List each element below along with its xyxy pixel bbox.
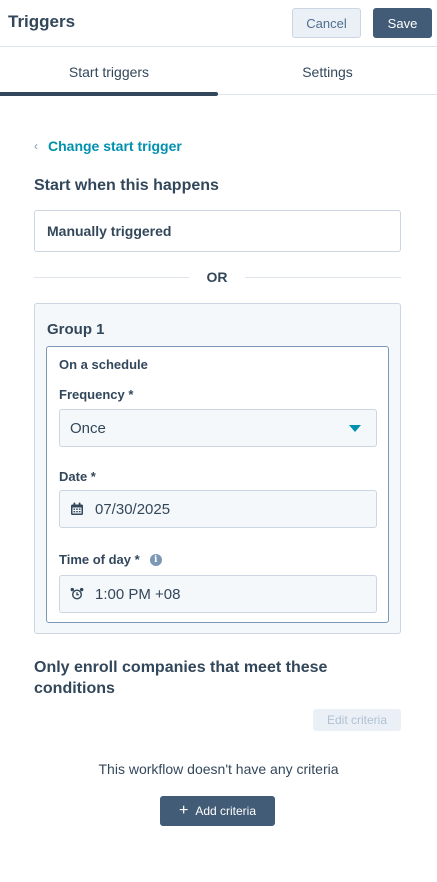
time-of-day-label: Time of day * i	[59, 552, 162, 567]
change-start-trigger-link[interactable]: ‹ Change start trigger	[34, 138, 182, 154]
cancel-button[interactable]: Cancel	[292, 8, 361, 38]
info-icon[interactable]: i	[149, 553, 162, 566]
frequency-value: Once	[70, 419, 106, 437]
alarm-clock-icon	[70, 587, 84, 600]
caret-down-icon	[349, 425, 361, 432]
or-divider-text: OR	[206, 269, 228, 285]
schedule-trigger-card[interactable]: On a schedule Frequency * Once Date * 07…	[46, 346, 389, 623]
enrollment-conditions-title: Only enroll companies that meet these co…	[34, 659, 328, 697]
chevron-left-icon: ‹	[34, 139, 38, 153]
active-tab-indicator	[0, 92, 218, 96]
time-of-day-label-text: Time of day *	[59, 552, 140, 567]
group-title: Group 1	[47, 321, 105, 338]
date-value: 07/30/2025	[95, 500, 171, 518]
empty-criteria-message: This workflow doesn't have any criteria	[98, 761, 339, 777]
calendar-icon	[71, 502, 83, 515]
divider-line	[245, 277, 401, 278]
panel-title: Triggers	[8, 12, 76, 31]
tab-bar: Start triggers Settings	[0, 48, 437, 96]
panel-header: Triggers Cancel Save	[0, 0, 437, 47]
schedule-card-title: On a schedule	[59, 357, 148, 372]
date-label: Date *	[59, 469, 96, 484]
plus-icon: +	[178, 802, 189, 819]
time-input[interactable]: 1:00 PM +08	[59, 575, 377, 613]
frequency-label: Frequency *	[59, 387, 134, 402]
change-start-trigger-label: Change start trigger	[48, 138, 182, 154]
start-section-title: Start when this happens	[34, 177, 219, 194]
tab-settings[interactable]: Settings	[218, 48, 437, 95]
time-value: 1:00 PM +08	[95, 585, 181, 603]
tab-start-triggers[interactable]: Start triggers	[0, 48, 218, 95]
frequency-select[interactable]: Once	[59, 409, 377, 447]
date-input[interactable]: 07/30/2025	[59, 490, 377, 528]
add-criteria-button[interactable]: + Add criteria	[160, 796, 275, 826]
save-button[interactable]: Save	[373, 8, 432, 38]
trigger-group: Group 1 On a schedule Frequency * Once D…	[34, 303, 401, 634]
add-criteria-label: Add criteria	[195, 804, 257, 818]
manual-trigger-card[interactable]: Manually triggered	[34, 210, 401, 252]
divider-line	[34, 277, 189, 278]
edit-criteria-button[interactable]: Edit criteria	[313, 709, 401, 731]
